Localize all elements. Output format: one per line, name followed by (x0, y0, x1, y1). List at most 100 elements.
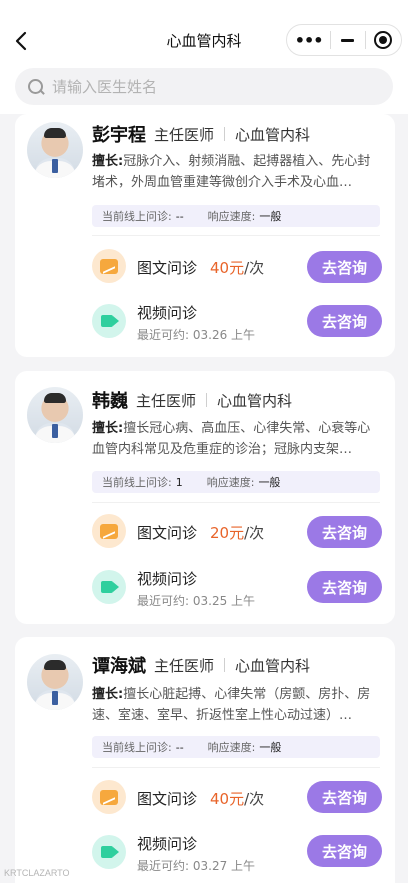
price-amount: 40元 (210, 790, 245, 808)
consult-stats: 当前线上问诊: -- 响应速度: 一般 (92, 736, 380, 758)
video-consult-button[interactable]: 去咨询 (307, 571, 382, 603)
doctor-name: 彭宇程 (92, 125, 146, 146)
search-input[interactable] (52, 77, 352, 96)
doctor-specialty: 擅长:冠脉介入、射频消融、起搏器植入、先心封堵术，外周血管重建等微创介入手术及心… (92, 151, 380, 193)
doctor-card[interactable]: 彭宇程 主任医师 心血管内科 擅长:冠脉介入、射频消融、起搏器植入、先心封堵术，… (15, 114, 395, 357)
avatar-tie (52, 691, 58, 705)
consult-stats: 当前线上问诊: -- 响应速度: 一般 (92, 205, 380, 227)
doctor-header: 彭宇程 主任医师 心血管内科 (92, 121, 310, 147)
doctor-title: 主任医师 (154, 125, 215, 144)
specialty-label: 擅长: (92, 421, 124, 436)
specialty-label: 擅长: (92, 687, 124, 702)
recent-time: 03.27 上午 (192, 859, 256, 873)
text-consult-icon (92, 249, 126, 283)
avatar (27, 122, 83, 178)
avatar-tie (52, 424, 58, 438)
video-recent-slot: 最近可约: 03.27 上午 (137, 857, 255, 874)
avatar-tie (52, 159, 58, 173)
text-consult-button[interactable]: 去咨询 (307, 781, 382, 813)
text-consult-price: 40元/次 (210, 257, 264, 278)
avatar (27, 387, 83, 443)
doctor-specialty: 擅长:擅长心脏起搏、心律失常（房颤、房扑、房速、室速、室早、折返性室上性心动过速… (92, 684, 380, 726)
price-unit: /次 (244, 790, 265, 808)
recent-label: 最近可约: (137, 328, 190, 342)
video-camera-icon (100, 846, 119, 858)
video-consult-button[interactable]: 去咨询 (307, 835, 382, 867)
response-speed: 一般 (259, 210, 282, 223)
online-count: -- (175, 740, 184, 754)
doctor-title: 主任医师 (136, 391, 197, 410)
price-unit: /次 (244, 524, 265, 542)
online-label: 当前线上问诊: (102, 210, 172, 223)
video-consult-button[interactable]: 去咨询 (307, 305, 382, 337)
text-consult-price: 40元/次 (210, 788, 264, 809)
text-consult-button[interactable]: 去咨询 (307, 516, 382, 548)
recent-label: 最近可约: (137, 594, 190, 608)
online-label: 当前线上问诊: (102, 476, 172, 489)
watermark: KRTCLAZARTO (4, 868, 70, 878)
video-camera-icon (100, 315, 119, 327)
response-label: 响应速度: (206, 476, 255, 489)
video-consult-label: 视频问诊 (137, 570, 198, 588)
price-amount: 20元 (210, 524, 245, 542)
avatar (27, 654, 83, 710)
response-label: 响应速度: (207, 210, 256, 223)
more-menu-button[interactable]: ••• (287, 25, 330, 55)
video-consult-label: 视频问诊 (137, 835, 198, 853)
price-amount: 40元 (210, 259, 245, 277)
minimize-button[interactable] (331, 25, 364, 55)
specialty-text: 擅长心脏起搏、心律失常（房颤、房扑、房速、室速、室早、折返性室上性心动过速）… (92, 687, 371, 723)
search-bar (0, 62, 408, 114)
text-consult-button[interactable]: 去咨询 (307, 251, 382, 283)
text-consult-price: 20元/次 (210, 522, 264, 543)
video-consult-label: 视频问诊 (137, 304, 198, 322)
divider-line (92, 767, 380, 768)
video-camera-icon (100, 581, 119, 593)
divider-line (92, 502, 380, 503)
text-consult-icon (92, 514, 126, 548)
mini-program-capsule: ••• (286, 24, 402, 56)
online-count: -- (175, 209, 184, 223)
chart-icon (100, 258, 118, 274)
recent-time: 03.25 上午 (192, 594, 256, 608)
online-label: 当前线上问诊: (102, 741, 172, 754)
video-recent-slot: 最近可约: 03.25 上午 (137, 592, 255, 609)
video-recent-slot: 最近可约: 03.26 上午 (137, 326, 255, 343)
minimize-icon (341, 38, 355, 42)
search-box[interactable] (15, 68, 393, 105)
chart-icon (100, 523, 118, 539)
doctor-card[interactable]: 韩巍 主任医师 心血管内科 擅长:擅长冠心病、高血压、心律失常、心衰等心血管内科… (15, 371, 395, 624)
doctor-name: 谭海斌 (92, 656, 146, 677)
doctor-specialty: 擅长:擅长冠心病、高血压、心律失常、心衰等心血管内科常见及危重症的诊治；冠脉内支… (92, 418, 380, 460)
doctor-header: 韩巍 主任医师 心血管内科 (92, 387, 292, 413)
doctor-title: 主任医师 (154, 656, 215, 675)
specialty-text: 擅长冠心病、高血压、心律失常、心衰等心血管内科常见及危重症的诊治；冠脉内支架… (92, 421, 371, 457)
recent-time: 03.26 上午 (192, 328, 256, 342)
doctor-card[interactable]: 谭海斌 主任医师 心血管内科 擅长:擅长心脏起搏、心律失常（房颤、房扑、房速、室… (15, 637, 395, 883)
close-button[interactable] (366, 25, 401, 55)
specialty-text: 冠脉介入、射频消融、起搏器植入、先心封堵术，外周血管重建等微创介入手术及心血… (92, 154, 371, 190)
text-consult-label: 图文问诊 (137, 524, 198, 542)
response-label: 响应速度: (207, 741, 256, 754)
text-consult-label: 图文问诊 (137, 790, 198, 808)
price-unit: /次 (244, 259, 265, 277)
text-consult-icon (92, 780, 126, 814)
search-icon (27, 78, 45, 96)
doctor-department: 心血管内科 (235, 656, 311, 675)
header-divider (206, 393, 208, 407)
header-divider (224, 127, 226, 141)
doctor-header: 谭海斌 主任医师 心血管内科 (92, 652, 310, 678)
response-speed: 一般 (258, 476, 281, 489)
video-consult-icon (92, 304, 126, 338)
close-circle-icon (374, 31, 393, 49)
response-speed: 一般 (259, 741, 282, 754)
video-consult-icon (92, 835, 126, 869)
text-consult-label: 图文问诊 (137, 259, 198, 277)
header-divider (224, 658, 226, 672)
consult-stats: 当前线上问诊: 1 响应速度: 一般 (92, 471, 380, 493)
chart-icon (100, 789, 118, 805)
online-count: 1 (175, 475, 183, 489)
recent-label: 最近可约: (137, 859, 190, 873)
doctor-department: 心血管内科 (217, 391, 293, 410)
doctor-department: 心血管内科 (235, 125, 311, 144)
